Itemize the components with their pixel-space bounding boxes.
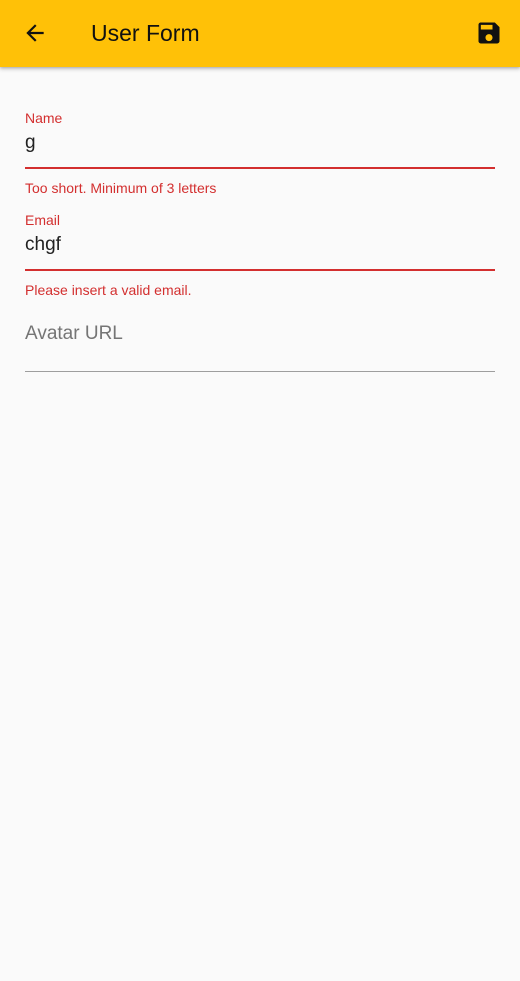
back-button[interactable] [19, 17, 51, 49]
page-title: User Form [91, 20, 200, 46]
avatar-url-input[interactable] [25, 321, 495, 347]
name-error: Too short. Minimum of 3 letters [25, 180, 217, 196]
avatar-url-field[interactable] [25, 321, 495, 372]
name-field[interactable]: Name Too short. Minimum of 3 letters [25, 109, 495, 197]
email-label: Email [25, 212, 61, 228]
name-input[interactable] [25, 130, 495, 156]
email-input[interactable] [25, 232, 495, 258]
name-underline [25, 167, 495, 169]
save-icon [478, 22, 500, 44]
arrow-back-icon [26, 24, 44, 42]
email-underline [25, 269, 495, 271]
email-error: Please insert a valid email. [25, 282, 192, 298]
name-label: Name [25, 110, 63, 126]
email-field[interactable]: Email Please insert a valid email. [25, 211, 495, 299]
save-button[interactable] [473, 17, 505, 49]
app-bar: User Form [0, 0, 520, 67]
avatar-url-underline [25, 371, 495, 372]
